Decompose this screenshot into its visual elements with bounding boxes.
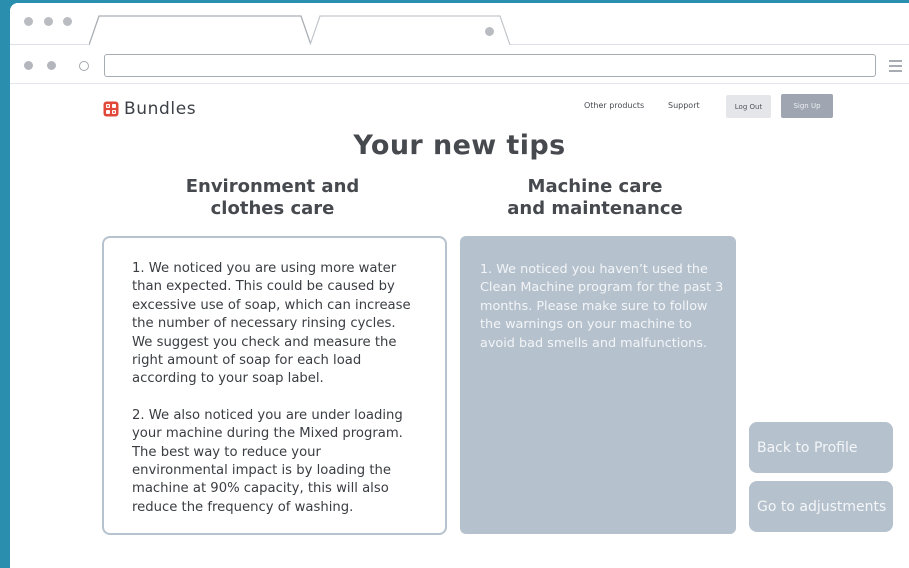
brand-logo[interactable]: Bundles [103,99,196,119]
go-to-adjustments-button[interactable]: Go to adjustments [749,481,893,532]
environment-title-line2: clothes care [210,198,335,219]
window-dot-icon[interactable] [63,17,72,26]
address-bar[interactable] [104,54,876,77]
environment-tip-1: 1. We noticed you are using more water t… [132,261,411,387]
back-icon[interactable] [24,61,33,70]
back-to-profile-button[interactable]: Back to Profile [749,422,893,473]
signup-button[interactable]: Sign Up [781,94,833,118]
page-title: Your new tips [353,130,566,161]
nav-other-products[interactable]: Other products [584,101,644,110]
machine-title: Machine care and maintenance [480,176,710,220]
forward-icon[interactable] [47,61,56,70]
reload-icon[interactable] [79,61,89,71]
window-dot-icon[interactable] [24,17,33,26]
tab-close-icon[interactable] [485,27,494,36]
machine-tip-1: 1. We noticed you haven’t used the Clean… [480,262,724,351]
address-row [10,46,909,84]
environment-title-line1: Environment and [185,176,360,197]
tab-shape [89,15,311,45]
window-dot-icon[interactable] [44,17,53,26]
machine-tips-card: 1. We noticed you haven’t used the Clean… [460,236,736,534]
machine-title-line2: and maintenance [507,198,683,219]
logout-button[interactable]: Log Out [726,95,771,118]
tab-shape [310,15,511,45]
tab-bar [10,3,909,45]
brand-name: Bundles [124,99,197,119]
bundles-logo-icon [103,101,119,117]
browser-window: Bundles Other products Support Log Out S… [10,3,909,568]
nav-support[interactable]: Support [668,101,700,110]
menu-icon[interactable] [889,60,902,73]
tab-inactive[interactable] [310,15,512,45]
machine-title-line1: Machine care [527,176,663,197]
environment-tips-card: 1. We noticed you are using more water t… [102,236,447,535]
environment-tip-2: 2. We also noticed you are under loading… [132,407,403,515]
environment-title: Environment and clothes care [160,176,385,220]
tab-active[interactable] [89,15,311,45]
